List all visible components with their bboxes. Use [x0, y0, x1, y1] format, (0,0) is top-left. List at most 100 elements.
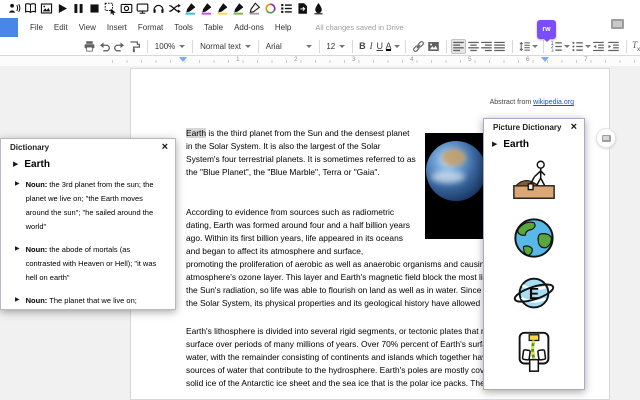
line-spacing-icon[interactable]	[518, 39, 531, 54]
readwrite-extension-toolbar	[0, 0, 640, 17]
definition-item: ▶ Noun:The planet that we live on;	[15, 294, 167, 308]
font-size-select[interactable]: 12	[326, 42, 345, 51]
ruler-number: 3	[352, 56, 356, 63]
numbered-list-icon[interactable]: 123	[550, 39, 563, 54]
play-icon[interactable]	[55, 2, 69, 16]
justify-button[interactable]	[493, 39, 506, 54]
play-pronunciation-icon[interactable]: ▶	[13, 161, 18, 169]
redo-icon[interactable]	[113, 39, 126, 54]
paint-format-icon[interactable]	[128, 39, 141, 54]
zoom-select[interactable]: 100%	[155, 42, 185, 51]
audio-maker-icon[interactable]	[151, 2, 165, 16]
chevron-down-icon[interactable]	[394, 45, 400, 48]
highlighter-yellow-icon[interactable]	[215, 2, 229, 16]
stop-icon[interactable]	[87, 2, 101, 16]
dictionary-panel-title: Dictionary	[10, 143, 49, 152]
bold-button[interactable]: B	[358, 41, 367, 51]
paragraph-2-wrapped[interactable]: According to evidence from sources such …	[186, 206, 416, 258]
underline-button[interactable]: U	[375, 41, 384, 51]
earth-photo[interactable]	[425, 133, 489, 239]
picture-dictionary-word: Earth	[503, 139, 529, 150]
chevron-down-icon[interactable]	[564, 45, 570, 48]
dictionary-word: Earth	[24, 159, 50, 170]
paragraph-style-select[interactable]: Normal text	[200, 42, 251, 51]
play-definition-icon[interactable]: ▶	[15, 245, 20, 285]
chevron-down-icon[interactable]	[532, 45, 538, 48]
speak-icon[interactable]	[7, 2, 21, 16]
clear-formatting-button[interactable]: Tx	[632, 40, 640, 53]
simplify-icon[interactable]	[295, 2, 309, 16]
abstract-line: Abstract from wikipedia.org	[490, 99, 574, 106]
align-left-button[interactable]	[451, 39, 466, 54]
text-color-button[interactable]: A	[384, 41, 393, 51]
paragraph-1[interactable]: Earth is the third planet from the Sun a…	[186, 127, 416, 179]
highlighter-green-icon[interactable]	[231, 2, 245, 16]
vocabulary-list-icon[interactable]	[279, 2, 293, 16]
menu-table[interactable]: Table	[204, 23, 223, 32]
menu-insert[interactable]: Insert	[107, 23, 127, 32]
ruler-number: 1	[236, 56, 240, 63]
ruler: 1 2 3 4 5 6 7	[0, 56, 640, 66]
translator-icon[interactable]	[167, 2, 181, 16]
menu-format[interactable]: Format	[138, 23, 163, 32]
close-icon[interactable]: ×	[571, 123, 577, 132]
readwrite-extension-badge[interactable]: rw	[537, 20, 556, 39]
left-indent-marker[interactable]	[179, 57, 187, 62]
menu-help[interactable]: Help	[275, 23, 291, 32]
menu-view[interactable]: View	[79, 23, 96, 32]
undo-icon[interactable]	[98, 39, 111, 54]
play-definition-icon[interactable]: ▶	[15, 296, 20, 308]
chevron-down-icon	[339, 45, 345, 48]
play-pronunciation-icon[interactable]: ▶	[492, 141, 497, 149]
chevron-down-icon[interactable]	[585, 45, 591, 48]
highlighted-word[interactable]: Earth	[186, 128, 206, 138]
print-icon[interactable]	[83, 39, 96, 54]
electrical-earth-plug-image[interactable]	[510, 329, 558, 375]
italic-button[interactable]: I	[367, 41, 376, 51]
menu-edit[interactable]: Edit	[54, 23, 68, 32]
pause-icon[interactable]	[71, 2, 85, 16]
digging-earth-image[interactable]	[510, 158, 558, 204]
menu-file[interactable]: File	[30, 23, 43, 32]
menu-tools[interactable]: Tools	[174, 23, 193, 32]
collect-highlights-icon[interactable]	[263, 2, 277, 16]
picture-dictionary-icon[interactable]	[39, 2, 53, 16]
wikipedia-link[interactable]: wikipedia.org	[533, 99, 574, 106]
highlighter-magenta-icon[interactable]	[199, 2, 213, 16]
abstract-prefix: Abstract from	[490, 99, 534, 106]
menu-addons[interactable]: Add-ons	[234, 23, 264, 32]
click-to-speak-icon[interactable]	[103, 2, 117, 16]
comment-icon	[602, 135, 611, 142]
align-right-button[interactable]	[480, 39, 493, 54]
docs-logo-fragment[interactable]	[0, 18, 18, 37]
voice-note-icon[interactable]	[311, 2, 325, 16]
screenshot-reader-icon[interactable]	[119, 2, 133, 16]
comment-bubble-icon[interactable]	[611, 19, 624, 29]
planet-earth-image[interactable]: E	[510, 272, 558, 318]
ruler-number: 4	[410, 56, 414, 63]
ruler-number: 2	[294, 56, 298, 63]
align-center-button[interactable]	[466, 39, 479, 54]
insert-link-icon[interactable]	[412, 39, 425, 54]
ruler-number: 5	[468, 56, 472, 63]
clear-highlights-icon[interactable]	[247, 2, 261, 16]
bulleted-list-icon[interactable]	[571, 39, 584, 54]
chevron-down-icon	[179, 45, 185, 48]
highlighter-cyan-icon[interactable]	[183, 2, 197, 16]
increase-indent-icon[interactable]	[607, 39, 620, 54]
font-select[interactable]: Arial	[266, 42, 312, 51]
ruler-number: 6	[526, 56, 530, 63]
svg-text:E: E	[529, 286, 539, 303]
close-icon[interactable]: ×	[162, 143, 168, 152]
play-definition-icon[interactable]: ▶	[15, 180, 20, 234]
globe-earth-image[interactable]	[510, 215, 558, 261]
insert-image-icon[interactable]	[427, 39, 440, 54]
dictionary-icon[interactable]	[23, 2, 37, 16]
add-comment-button[interactable]	[596, 128, 616, 148]
google-docs-window: File Edit View Insert Format Tools Table…	[0, 0, 640, 400]
chevron-down-icon	[306, 45, 312, 48]
right-indent-marker[interactable]	[541, 57, 549, 62]
decrease-indent-icon[interactable]	[592, 39, 605, 54]
paragraph-1-text: is the third planet from the Sun and the…	[186, 128, 416, 177]
screen-mask-icon[interactable]	[135, 2, 149, 16]
